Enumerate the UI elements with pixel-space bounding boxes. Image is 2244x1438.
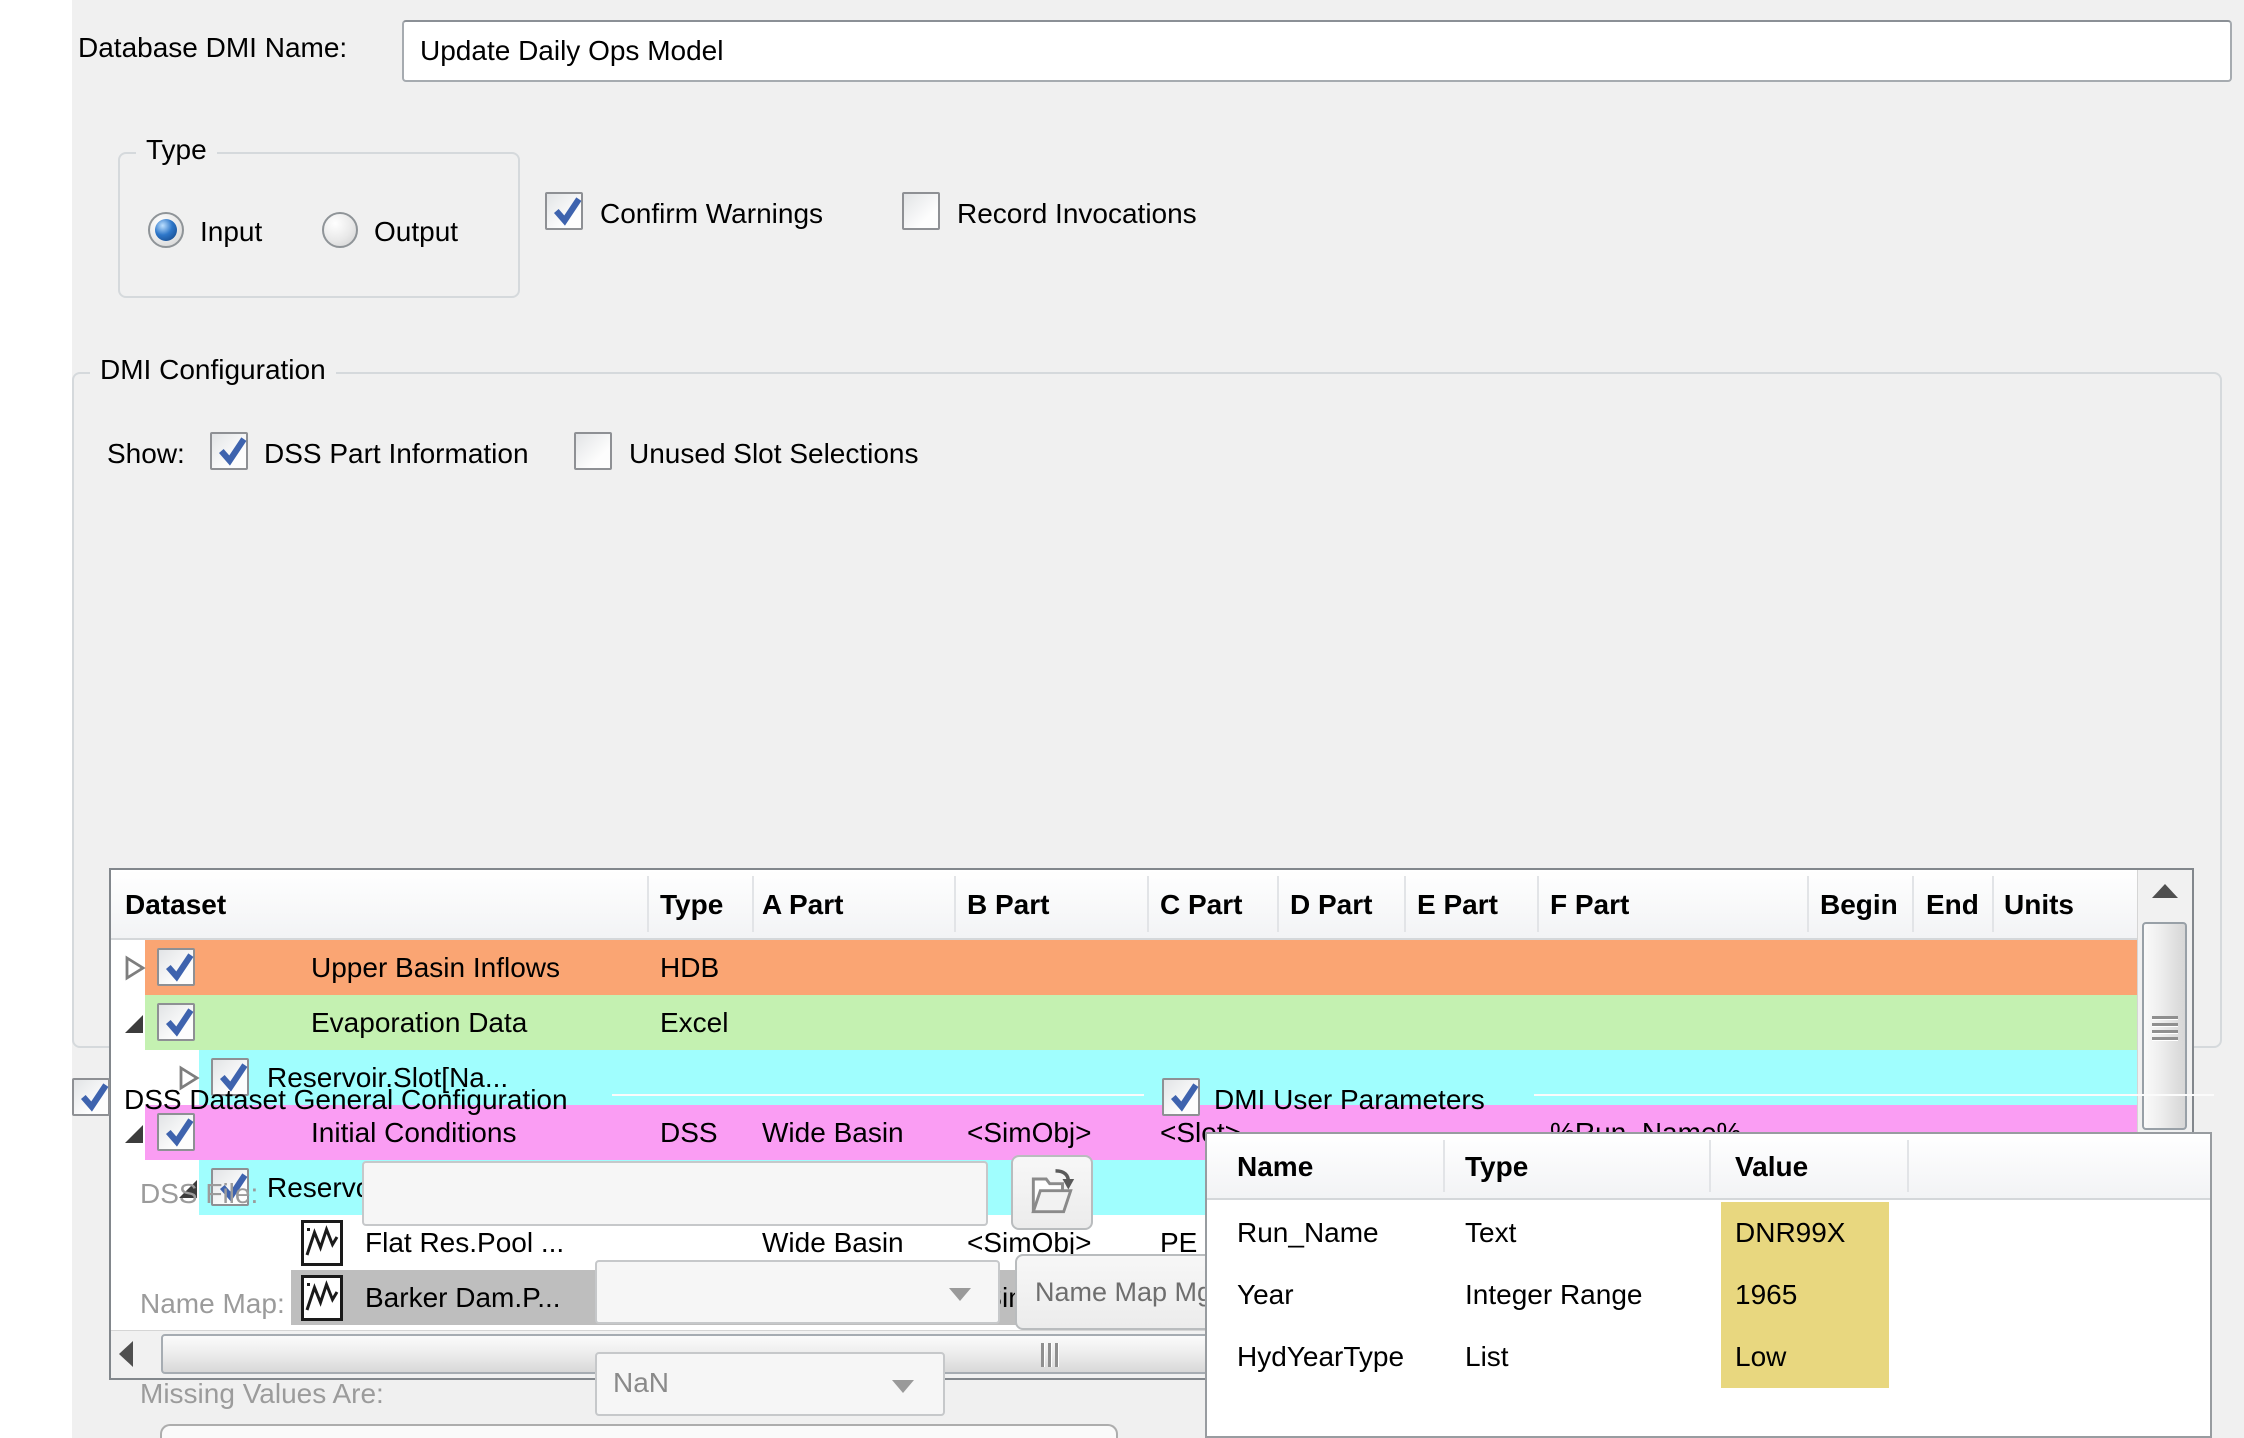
dss-part-information-label[interactable]: DSS Part Information <box>264 438 529 470</box>
param-type: Integer Range <box>1465 1264 1642 1326</box>
b-part-value: <SimObj> <box>967 1105 1092 1160</box>
check-icon <box>548 192 586 230</box>
slot-icon <box>301 1275 343 1321</box>
param-column-name[interactable]: Name <box>1237 1134 1313 1196</box>
param-column-type[interactable]: Type <box>1465 1134 1528 1196</box>
missing-values-label: Missing Values Are: <box>140 1378 384 1410</box>
dataset-type: DSS <box>660 1105 718 1160</box>
unused-slot-selections-label[interactable]: Unused Slot Selections <box>629 438 919 470</box>
row-checkbox[interactable] <box>157 948 195 986</box>
column-a-part[interactable]: A Part <box>762 870 843 940</box>
dmi-configuration-group: DMI Configuration Show: DSS Part Informa… <box>72 372 2222 1048</box>
user-parameters-header: Name Type Value <box>1207 1134 2210 1200</box>
row-checkbox[interactable] <box>157 1113 195 1151</box>
dss-dataset-config-checkbox[interactable] <box>72 1078 110 1116</box>
section-rule <box>1534 1094 2214 1096</box>
dss-file-input[interactable] <box>362 1161 988 1226</box>
param-value-cell[interactable]: 1965 <box>1721 1264 1889 1326</box>
dss-file-label: DSS File: <box>140 1178 258 1210</box>
check-icon <box>213 432 251 470</box>
table-row[interactable]: Evaporation Data Excel <box>111 995 2137 1050</box>
dataset-type: Excel <box>660 995 728 1050</box>
check-icon <box>160 1113 198 1151</box>
input-radio-label[interactable]: Input <box>200 216 262 248</box>
section-rule <box>612 1094 1144 1096</box>
dss-file-browse-button[interactable] <box>1011 1155 1093 1230</box>
param-name: Run_Name <box>1237 1202 1379 1264</box>
type-group-title: Type <box>136 134 217 166</box>
dmi-user-parameters-checkbox[interactable] <box>1162 1078 1200 1116</box>
input-radio[interactable] <box>148 212 184 248</box>
param-type: Text <box>1465 1202 1516 1264</box>
param-value: 1965 <box>1735 1264 1797 1326</box>
param-type: List <box>1465 1326 1509 1388</box>
slot-icon <box>301 1220 343 1266</box>
record-invocations-checkbox[interactable] <box>902 192 940 230</box>
a-part-value: Wide Basin <box>762 1105 904 1160</box>
column-f-part[interactable]: F Part <box>1550 870 1629 940</box>
missing-values-value: NaN <box>613 1367 669 1398</box>
column-e-part[interactable]: E Part <box>1417 870 1498 940</box>
param-name: HydYearType <box>1237 1326 1404 1388</box>
dataset-table-header: Dataset Type A Part B Part C Part D Part… <box>111 870 2137 940</box>
scroll-up-icon[interactable] <box>2152 884 2178 898</box>
param-value-cell[interactable]: Low <box>1721 1326 1889 1388</box>
name-map-label: Name Map: <box>140 1288 285 1320</box>
scroll-left-icon[interactable] <box>119 1341 133 1367</box>
column-units[interactable]: Units <box>2004 870 2074 940</box>
param-value-cell[interactable]: DNR99X <box>1721 1202 1889 1264</box>
check-icon <box>160 1003 198 1041</box>
dmi-user-parameters-title[interactable]: DMI User Parameters <box>1214 1084 1485 1116</box>
chevron-down-icon <box>949 1288 971 1301</box>
dataset-name: Evaporation Data <box>311 995 527 1050</box>
confirm-warnings-label[interactable]: Confirm Warnings <box>600 198 823 230</box>
dataset-type: HDB <box>660 940 719 995</box>
column-b-part[interactable]: B Part <box>967 870 1049 940</box>
user-parameters-table: Name Type Value Run_Name Text DNR99X Yea… <box>1205 1132 2212 1438</box>
column-c-part[interactable]: C Part <box>1160 870 1242 940</box>
confirm-warnings-checkbox[interactable] <box>545 192 583 230</box>
row-checkbox[interactable] <box>157 1003 195 1041</box>
table-row[interactable]: Upper Basin Inflows HDB <box>111 940 2137 995</box>
vertical-scrollbar-thumb[interactable] <box>2142 922 2187 1130</box>
column-end[interactable]: End <box>1926 870 1979 940</box>
file-open-icon <box>1024 1165 1080 1221</box>
expand-expanded-icon[interactable] <box>121 1009 147 1037</box>
dataset-name: Upper Basin Inflows <box>311 940 560 995</box>
chevron-down-icon <box>892 1380 914 1393</box>
column-d-part[interactable]: D Part <box>1290 870 1372 940</box>
dmi-configuration-title: DMI Configuration <box>90 354 336 386</box>
param-value: DNR99X <box>1735 1202 1845 1264</box>
record-invocations-label[interactable]: Record Invocations <box>957 198 1197 230</box>
bottom-cutoff-field <box>160 1424 1118 1438</box>
dss-dataset-config-title[interactable]: DSS Dataset General Configuration <box>124 1084 568 1116</box>
expand-collapsed-icon[interactable] <box>121 954 147 982</box>
expand-expanded-icon[interactable] <box>121 1119 147 1147</box>
param-column-value[interactable]: Value <box>1735 1134 1808 1196</box>
database-dmi-name-input[interactable]: Update Daily Ops Model <box>402 20 2232 82</box>
show-label: Show: <box>107 438 185 470</box>
name-map-dropdown[interactable] <box>595 1260 1000 1324</box>
output-radio-label[interactable]: Output <box>374 216 458 248</box>
check-icon <box>1165 1078 1203 1116</box>
column-type[interactable]: Type <box>660 870 723 940</box>
dialog-surface: Database DMI Name: Update Daily Ops Mode… <box>72 0 2244 1438</box>
check-icon <box>160 948 198 986</box>
unused-slot-selections-checkbox[interactable] <box>574 432 612 470</box>
slot-name: Barker Dam.P... <box>365 1270 561 1325</box>
check-icon <box>75 1078 113 1116</box>
database-dmi-name-label: Database DMI Name: <box>78 32 347 64</box>
param-name: Year <box>1237 1264 1294 1326</box>
column-begin[interactable]: Begin <box>1820 870 1898 940</box>
database-dmi-dialog: Database DMI Name: Update Daily Ops Mode… <box>0 0 2244 1438</box>
output-radio[interactable] <box>322 212 358 248</box>
type-group: Type Input Output <box>118 152 520 298</box>
param-value: Low <box>1735 1326 1786 1388</box>
column-dataset[interactable]: Dataset <box>125 870 226 940</box>
missing-values-dropdown[interactable]: NaN <box>595 1352 945 1416</box>
dss-part-information-checkbox[interactable] <box>210 432 248 470</box>
